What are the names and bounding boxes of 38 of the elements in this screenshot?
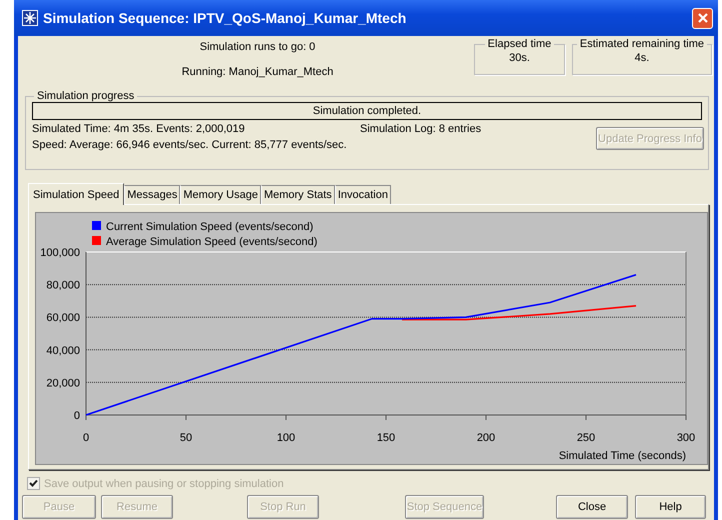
tab[interactable]: Invocation — [334, 185, 391, 204]
tab[interactable]: Messages — [124, 185, 180, 204]
close-icon — [696, 12, 708, 24]
y-tick-label: 80,000 — [46, 280, 80, 292]
window-title: Simulation Sequence: IPTV_QoS-Manoj_Kumar_Mtech — [43, 10, 408, 26]
dialog-button[interactable]: Help — [635, 495, 706, 519]
y-tick-label: 0 — [74, 410, 80, 422]
x-tick-label: 250 — [576, 432, 596, 444]
dialog-button[interactable]: Close — [556, 495, 628, 519]
y-tick-label: 60,000 — [46, 312, 80, 324]
running-text: Running: Manoj_Kumar_Mtech — [182, 66, 334, 78]
tab[interactable]: Memory Stats — [260, 185, 335, 204]
x-tick-label: 150 — [376, 432, 396, 444]
x-tick-label: 50 — [180, 432, 192, 444]
tab[interactable]: Memory Usage — [180, 185, 261, 204]
app-icon — [22, 10, 38, 26]
legend-label: Current Simulation Speed (events/second) — [106, 221, 314, 233]
y-tick-label: 20,000 — [46, 377, 80, 390]
x-axis-title: Simulated Time (seconds) — [558, 450, 686, 462]
remaining-time-label: Estimated remaining time — [578, 38, 705, 50]
x-tick-label: 200 — [476, 432, 496, 444]
save-output-label: Save output when pausing or stopping simulation — [44, 478, 284, 490]
progress-group-title: Simulation progress — [36, 90, 136, 102]
runs-to-go-text: Simulation runs to go: 0 — [200, 41, 316, 53]
x-tick-label: 300 — [676, 432, 696, 444]
elapsed-time-value: 30s. — [508, 52, 531, 64]
tab[interactable]: Simulation Speed — [28, 183, 124, 205]
x-tick-label: 100 — [276, 432, 296, 444]
speed-text: Speed: Average: 66,946 events/sec. Current: 85,777 events/sec. — [32, 139, 348, 151]
simulated-time-text: Simulated Time: 4m 35s. Events: 2,000,019 — [32, 123, 246, 135]
log-text: Simulation Log: 8 entries — [360, 123, 482, 135]
y-tick-label: 100,000 — [40, 247, 80, 259]
legend-label: Average Simulation Speed (events/second) — [106, 236, 318, 248]
y-tick-label: 40,000 — [46, 344, 80, 357]
x-tick-label: 0 — [82, 432, 90, 444]
elapsed-time-label: Elapsed time — [486, 38, 552, 50]
close-button[interactable] — [692, 8, 713, 28]
remaining-time-value: 4s. — [634, 52, 650, 64]
